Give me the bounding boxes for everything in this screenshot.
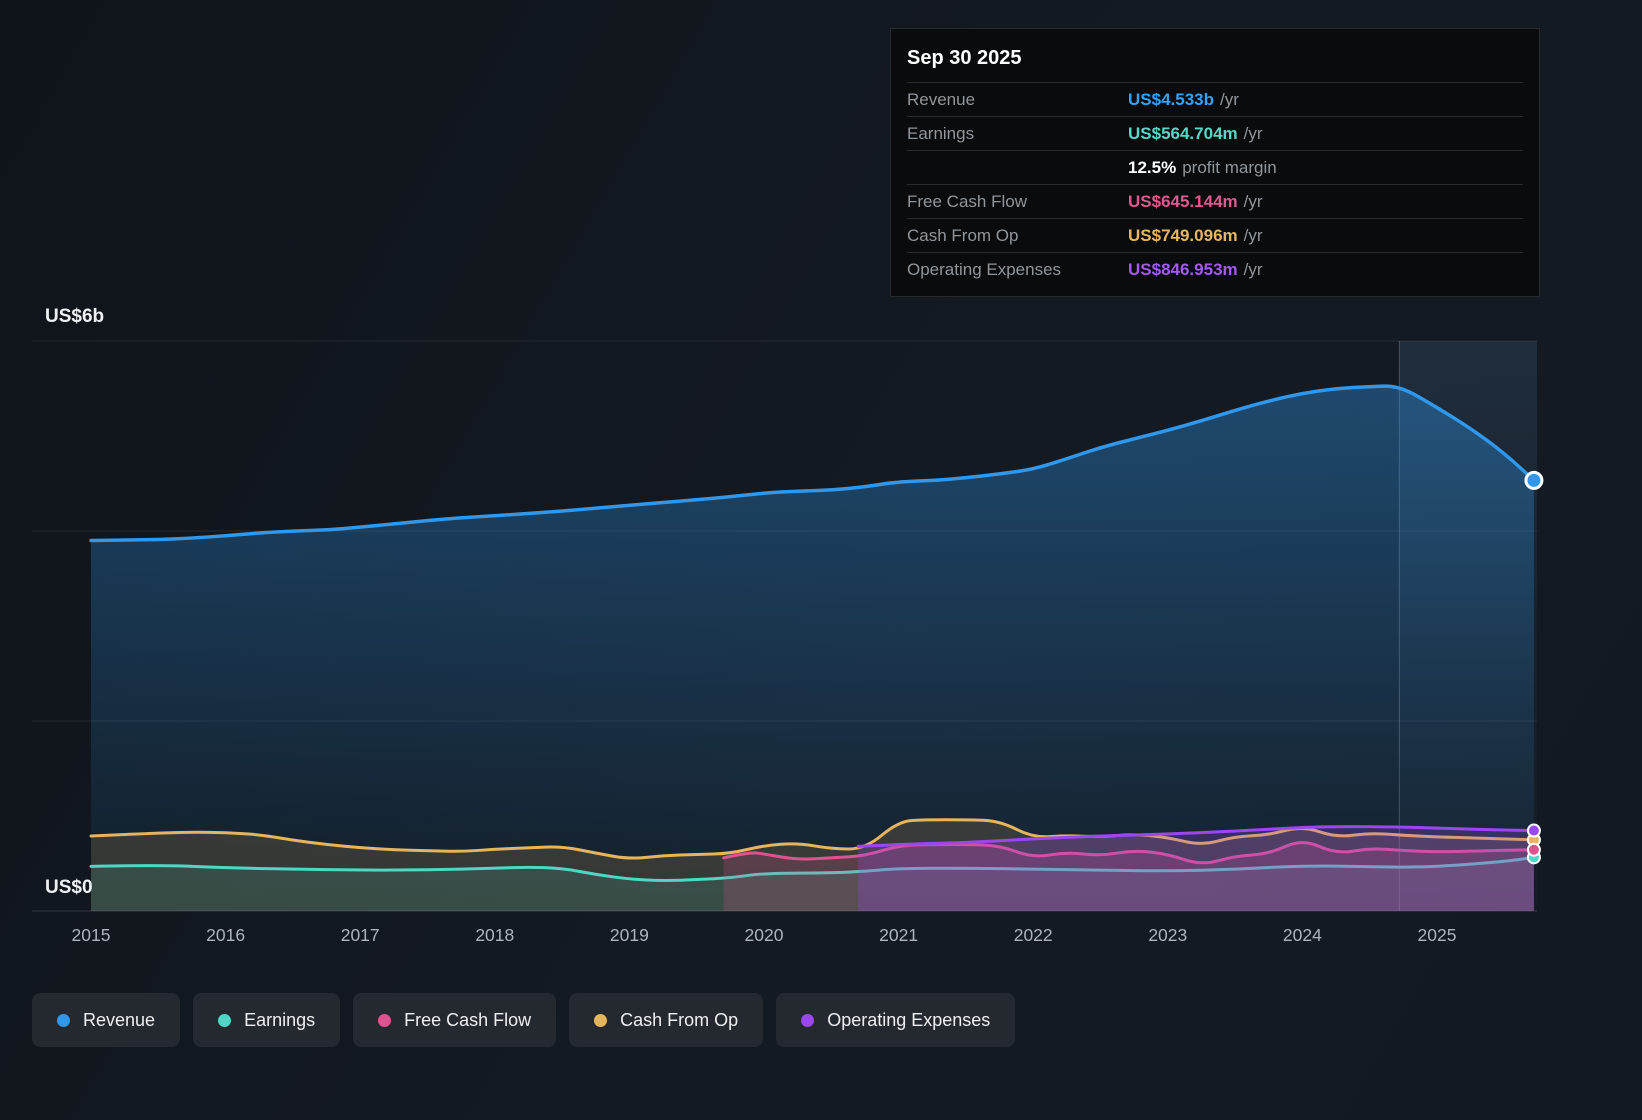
- legend-dot: [378, 1013, 392, 1027]
- tooltip-row-suffix: /yr: [1220, 90, 1239, 109]
- tooltip-row: Revenue US$4.533b/yr: [907, 82, 1523, 116]
- earnings-revenue-chart-page: Sep 30 2025 Revenue US$4.533b/yr Earnings U…: [0, 0, 1642, 1120]
- legend-label: Free Cash Flow: [404, 1009, 532, 1030]
- x-axis-label-2023: 2023: [1148, 925, 1188, 945]
- tooltip-row-suffix: profit margin: [1182, 158, 1277, 177]
- tooltip-row-label: Operating Expenses: [907, 260, 1062, 279]
- x-axis-label-2016: 2016: [206, 925, 246, 945]
- y-axis-label-bottom: US$0: [45, 877, 93, 898]
- tooltip-row-value: US$846.953m: [1128, 260, 1238, 279]
- tooltip-row-suffix: /yr: [1243, 124, 1263, 143]
- legend-dot: [801, 1013, 815, 1027]
- tooltip-row: 12.5% profit margin: [907, 150, 1523, 184]
- tooltip-row: Cash From Op US$749.096m/yr: [907, 218, 1523, 252]
- x-axis-label-2020: 2020: [744, 925, 784, 945]
- tooltip-row: Operating Expenses US$846.953m/yr: [907, 252, 1523, 286]
- legend-dot: [594, 1013, 608, 1027]
- endpoint-marker-operating-expenses: [1526, 823, 1541, 838]
- tooltip-row-value: 12.5%: [1128, 158, 1177, 177]
- tooltip-row-value: US$4.533b: [1128, 90, 1214, 109]
- tooltip-row-label: Cash From Op: [907, 226, 1019, 245]
- legend-dot: [57, 1013, 70, 1027]
- tooltip-row-suffix: /yr: [1243, 260, 1263, 279]
- tooltip: Sep 30 2025 Revenue US$4.533b/yr Earnings U…: [890, 28, 1540, 297]
- legend-label: Earnings: [244, 1009, 316, 1030]
- legend-dot: [218, 1013, 232, 1027]
- tooltip-row-value: US$564.704m: [1128, 124, 1238, 143]
- tooltip-row-label: Revenue: [907, 90, 976, 109]
- y-axis-label-top: US$6b: [45, 306, 105, 327]
- x-axis-label-2022: 2022: [1013, 925, 1053, 945]
- x-axis-label-2018: 2018: [475, 925, 515, 945]
- x-axis-label-2024: 2024: [1282, 925, 1322, 945]
- legend-item-operating-expenses[interactable]: Operating Expenses: [776, 993, 1016, 1047]
- tooltip-row-suffix: /yr: [1243, 226, 1263, 245]
- tooltip-date: Sep 30 2025: [907, 47, 1022, 69]
- x-axis-label-2021: 2021: [879, 925, 919, 945]
- endpoint-marker-free-cash-flow: [1526, 842, 1541, 857]
- x-axis-label-2017: 2017: [340, 925, 380, 945]
- tooltip-row-value: US$645.144m: [1128, 192, 1238, 211]
- legend-item-revenue[interactable]: Revenue: [32, 993, 181, 1047]
- tooltip-row-value: US$749.096m: [1128, 226, 1238, 245]
- tooltip-row-label: Earnings: [907, 124, 975, 143]
- legend-item-free-cash-flow[interactable]: Free Cash Flow: [353, 993, 557, 1047]
- legend-label: Cash From Op: [620, 1009, 739, 1030]
- x-axis-label-2019: 2019: [609, 925, 649, 945]
- legend-label: Revenue: [83, 1009, 156, 1030]
- tooltip-row-label: Free Cash Flow: [907, 192, 1027, 211]
- x-axis-label-2015: 2015: [71, 925, 111, 945]
- tooltip-row-suffix: /yr: [1243, 192, 1263, 211]
- tooltip-rows: Revenue US$4.533b/yr Earnings US$564.704m/y…: [907, 82, 1523, 286]
- tooltip-row: Earnings US$564.704m/yr: [907, 116, 1523, 150]
- legend-label: Operating Expenses: [827, 1009, 991, 1030]
- endpoint-marker-revenue: [1524, 470, 1544, 490]
- tooltip-row: Free Cash Flow US$645.144m/yr: [907, 184, 1523, 218]
- legend: Revenue Earnings Free Cash Flow Cash From O…: [32, 993, 1016, 1047]
- legend-item-earnings[interactable]: Earnings: [193, 993, 341, 1047]
- legend-item-cash-from-op[interactable]: Cash From Op: [569, 993, 764, 1047]
- x-axis-label-2025: 2025: [1417, 925, 1457, 945]
